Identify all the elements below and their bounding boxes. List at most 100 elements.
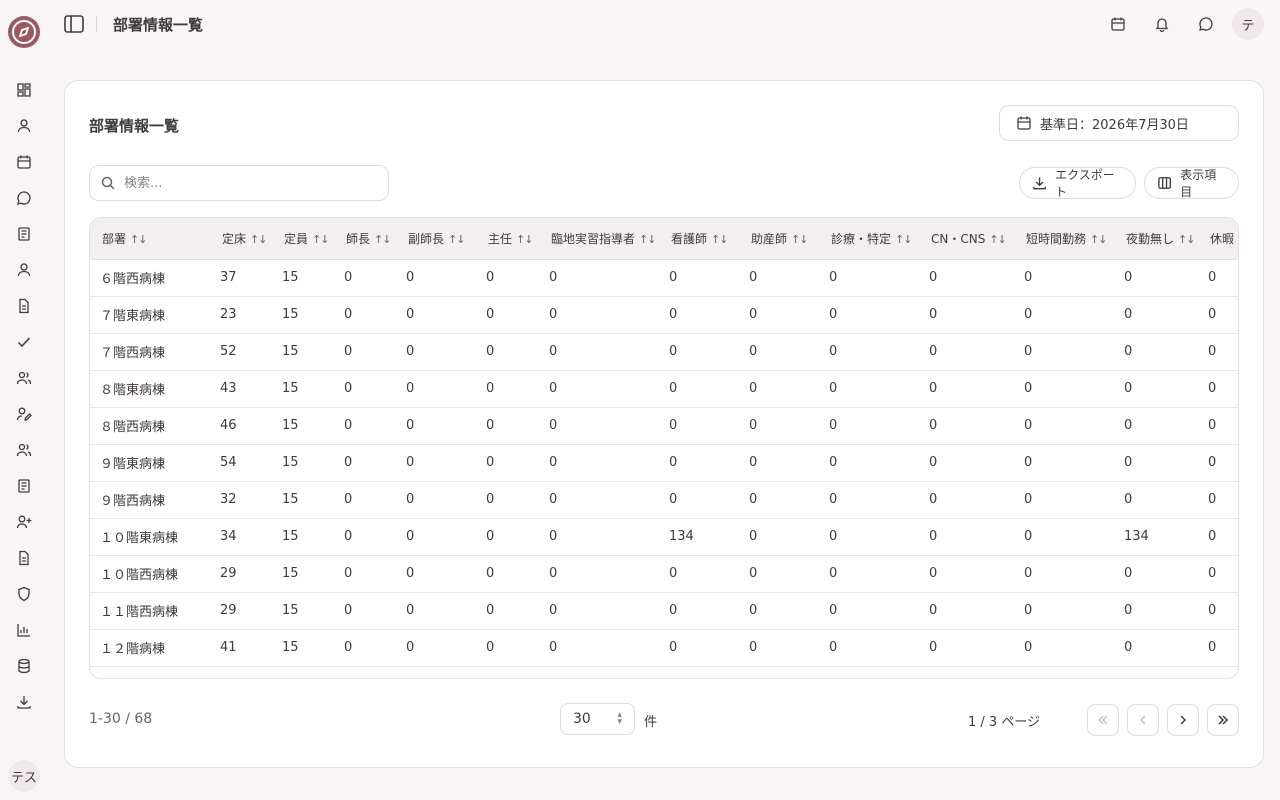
sort-icon[interactable]: ↑↓: [711, 233, 728, 246]
chevron-updown-icon: ▴ ▾: [617, 710, 622, 727]
column-header[interactable]: 夜勤無し ↑↓: [1114, 218, 1198, 260]
table-cell: 0: [739, 407, 819, 445]
table-cell: 0: [919, 407, 1014, 445]
table-cell: ９階西病棟: [90, 481, 210, 519]
sort-icon[interactable]: ↑↓: [1178, 233, 1195, 246]
table-row[interactable]: １０階東病棟 34 15 0 0 0 0 134 0 0 0 0 134 0: [90, 518, 1238, 556]
column-header[interactable]: 副師長 ↑↓: [396, 218, 476, 260]
table-cell: 0: [1198, 296, 1238, 334]
app-logo-icon[interactable]: [8, 16, 40, 48]
table-row[interactable]: ７階東病棟 23 15 0 0 0 0 0 0 0 0 0 0 0: [90, 296, 1238, 334]
user-edit-icon[interactable]: [14, 404, 34, 424]
user-icon[interactable]: [14, 116, 34, 136]
person-icon[interactable]: [14, 260, 34, 280]
column-header[interactable]: 主任 ↑↓: [476, 218, 539, 260]
sort-icon[interactable]: ↑↓: [374, 233, 391, 246]
sort-icon[interactable]: ↑↓: [1090, 233, 1107, 246]
column-header[interactable]: 部署 ↑↓: [90, 218, 210, 260]
page-size-select[interactable]: 30 ▴ ▾: [560, 703, 635, 735]
table-cell: 15: [272, 333, 334, 371]
table-cell: 0: [476, 481, 539, 519]
database-icon[interactable]: [14, 656, 34, 676]
column-settings-button[interactable]: 表示項目: [1144, 167, 1239, 199]
sort-icon[interactable]: ↑↓: [895, 233, 912, 246]
table-cell: 0: [476, 259, 539, 297]
table-cell: 0: [1198, 629, 1238, 667]
group-icon[interactable]: [14, 440, 34, 460]
table-cell: 0: [659, 407, 739, 445]
column-header-label: 診療・特定: [831, 231, 892, 246]
table-cell: 0: [334, 259, 396, 297]
calendar-icon[interactable]: [1108, 14, 1128, 34]
column-header[interactable]: 短時間勤務 ↑↓: [1014, 218, 1114, 260]
last-page-button[interactable]: [1207, 704, 1239, 736]
table-cell: 15: [272, 407, 334, 445]
chat-icon[interactable]: [14, 188, 34, 208]
column-header[interactable]: 看護師 ↑↓: [659, 218, 739, 260]
table-row[interactable]: ８階東病棟 43 15 0 0 0 0 0 0 0 0 0 0 0: [90, 370, 1238, 408]
table-row[interactable]: ８階西病棟 46 15 0 0 0 0 0 0 0 0 0 0 0: [90, 407, 1238, 445]
shield-icon[interactable]: [14, 584, 34, 604]
table-row[interactable]: ７階西病棟 52 15 0 0 0 0 0 0 0 0 0 0 0: [90, 333, 1238, 371]
add-user-icon[interactable]: [14, 512, 34, 532]
table-cell: 0: [1014, 555, 1114, 593]
check-icon[interactable]: [14, 332, 34, 352]
column-header[interactable]: 定員 ↑↓: [272, 218, 334, 260]
table-cell: 0: [539, 481, 659, 519]
column-header-label: 定員: [284, 231, 309, 246]
first-page-button[interactable]: [1087, 704, 1119, 736]
table-cell: 0: [334, 629, 396, 667]
next-page-button[interactable]: [1167, 704, 1199, 736]
chart-icon[interactable]: [14, 620, 34, 640]
column-settings-label: 表示項目: [1180, 168, 1217, 199]
table-cell: 0: [334, 518, 396, 556]
chat-icon[interactable]: [1196, 14, 1216, 34]
table-row[interactable]: ６階西病棟 37 15 0 0 0 0 0 0 0 0 0 0 0: [90, 259, 1238, 297]
download-icon: [1033, 177, 1046, 190]
table-row[interactable]: ９階西病棟 32 15 0 0 0 0 0 0 0 0 0 0 0: [90, 481, 1238, 519]
sort-icon[interactable]: ↑↓: [639, 233, 656, 246]
sort-icon[interactable]: ↑↓: [250, 233, 267, 246]
user-avatar[interactable]: テ: [1232, 8, 1264, 40]
column-header[interactable]: 診療・特定 ↑↓: [819, 218, 919, 260]
sidebar-toggle-icon[interactable]: [62, 12, 86, 36]
sort-icon[interactable]: ↑↓: [989, 233, 1006, 246]
sort-icon[interactable]: ↑↓: [516, 233, 533, 246]
file-icon[interactable]: [14, 548, 34, 568]
column-header[interactable]: 定床 ↑↓: [210, 218, 272, 260]
table-cell: 0: [1198, 592, 1238, 630]
sort-icon[interactable]: ↑↓: [130, 233, 147, 246]
search-icon: [101, 176, 115, 190]
sort-icon[interactable]: ↑↓: [791, 233, 808, 246]
users-icon[interactable]: [14, 368, 34, 388]
bell-icon[interactable]: [1152, 14, 1172, 34]
column-header[interactable]: 師長 ↑↓: [334, 218, 396, 260]
download-icon[interactable]: [14, 692, 34, 712]
table-row[interactable]: ９階東病棟 54 15 0 0 0 0 0 0 0 0 0 0 0: [90, 444, 1238, 482]
table-cell: 0: [919, 629, 1014, 667]
dashboard-icon[interactable]: [14, 80, 34, 100]
table-cell: 0: [476, 333, 539, 371]
notebook-icon[interactable]: [14, 224, 34, 244]
table-cell: 0: [819, 444, 919, 482]
column-header[interactable]: CN・CNS ↑↓: [919, 218, 1014, 260]
table-cell: 0: [539, 407, 659, 445]
report-icon[interactable]: [14, 476, 34, 496]
reference-date-button[interactable]: 基準日：2026年7月30日: [999, 105, 1239, 141]
export-button[interactable]: エクスポート: [1019, 167, 1136, 199]
calendar-icon[interactable]: [14, 152, 34, 172]
user-avatar[interactable]: テス: [8, 760, 40, 792]
prev-page-button[interactable]: [1127, 704, 1159, 736]
column-header[interactable]: 助産師 ↑↓: [739, 218, 819, 260]
sort-icon[interactable]: ↑↓: [448, 233, 465, 246]
table-row[interactable]: １０階西病棟 29 15 0 0 0 0 0 0 0 0 0 0 0: [90, 555, 1238, 593]
search-input[interactable]: [124, 175, 374, 191]
table-row[interactable]: １２階病棟 41 15 0 0 0 0 0 0 0 0 0 0 0: [90, 629, 1238, 667]
department-table[interactable]: 部署 ↑↓ 定床 ↑↓ 定員 ↑↓ 師長 ↑↓ 副師長 ↑↓ 主任 ↑↓ 臨地実習指導者 ↑↓ 看護師 ↑↓ 助…: [89, 217, 1239, 679]
column-header[interactable]: 臨地実習指導者 ↑↓: [539, 218, 659, 260]
table-cell: 134: [1114, 518, 1198, 556]
column-header[interactable]: 休暇: [1198, 218, 1238, 260]
document-icon[interactable]: [14, 296, 34, 316]
table-row[interactable]: １１階西病棟 29 15 0 0 0 0 0 0 0 0 0 0 0: [90, 592, 1238, 630]
sort-icon[interactable]: ↑↓: [312, 233, 329, 246]
